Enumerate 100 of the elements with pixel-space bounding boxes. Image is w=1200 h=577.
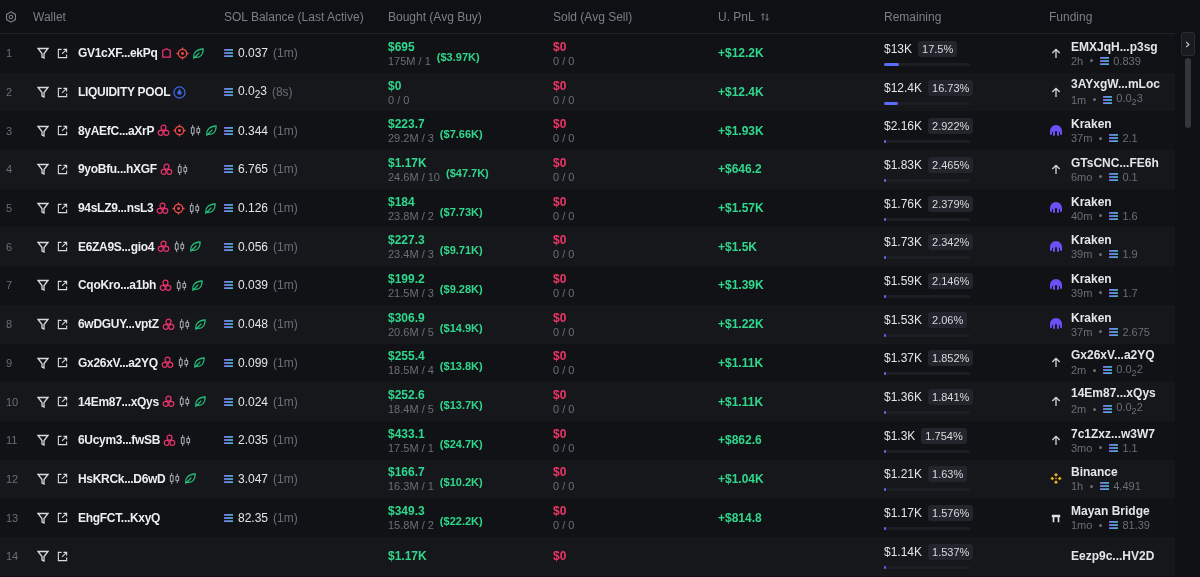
funding-age: 1m [1071, 93, 1087, 106]
funding-amount: 0.0$_{2}$3 [1116, 91, 1143, 108]
wallet-address[interactable]: 9yoBfu...hXGF [78, 162, 157, 177]
row-number: 7 [5, 279, 14, 292]
avg-buy: ($9.71K) [439, 244, 483, 257]
column-header[interactable]: Funding [1049, 9, 1093, 24]
sol-balance: 82.35 [238, 510, 269, 525]
row-number: 2 [5, 86, 14, 99]
funding-amount: 0.0$_{2}$2 [1116, 401, 1143, 417]
last-active: (1m) [273, 394, 298, 409]
last-active: (1m) [273, 239, 298, 254]
funding-source: Kraken [1071, 194, 1113, 209]
sol-balance: 0.126 [238, 201, 269, 216]
sold-detail: 0 / 0 [553, 170, 576, 183]
wallet-address[interactable]: EhgFCT...KxyQ [78, 510, 161, 525]
funding-source: EMXJqH...p3sg [1071, 39, 1158, 54]
remaining-amount: $1.21K [884, 467, 923, 482]
pnl-value: +$1.93K [718, 123, 764, 138]
funding-age: 39m [1071, 286, 1093, 299]
funding-amount: 1.7 [1122, 286, 1138, 299]
funding-source: Kraken [1071, 117, 1113, 132]
remaining-amount: $1.53K [884, 312, 923, 327]
sold-detail: 0 / 0 [553, 286, 576, 299]
last-active: (1m) [273, 162, 298, 177]
wallet-address[interactable]: GV1cXF...ekPq [78, 46, 158, 61]
pnl-value: +$1.04K [718, 471, 764, 486]
row-number: 3 [5, 124, 14, 137]
sold-amount: $0 [553, 233, 568, 248]
avg-buy: ($13.8K) [439, 360, 483, 373]
funding-age: 2m [1071, 364, 1087, 377]
funding-amount: 0.1 [1122, 170, 1138, 183]
sold-amount: $0 [553, 465, 568, 480]
row-number: 4 [5, 163, 14, 176]
funding-source: 7c1Zxz...w3W7 [1071, 426, 1156, 441]
bought-amount: $1.17K [388, 155, 428, 170]
row-number: 8 [5, 318, 14, 331]
pnl-value: +$12.4K [718, 85, 764, 100]
wallet-address[interactable]: 14Em87...xQys [78, 394, 159, 409]
avg-buy: ($14.9K) [439, 321, 483, 334]
wallet-address[interactable]: LIQUIDITY POOL [78, 85, 171, 100]
column-header[interactable]: Sold (Avg Sell) [553, 9, 633, 24]
sol-balance: 6.765 [238, 162, 269, 177]
wallet-address[interactable]: E6ZA9S...gio4 [78, 239, 155, 254]
remaining-amount: $1.17K [884, 506, 923, 521]
row-number: 9 [5, 356, 14, 369]
pnl-value: +$646.2 [718, 162, 762, 177]
wallet-address[interactable]: Gx26xV...a2YQ [78, 355, 158, 370]
wallet-address[interactable]: 6Ucym3...fwSB [78, 433, 161, 448]
wallet-address[interactable]: CqoKro...a1bh [78, 278, 157, 293]
sold-amount: $0 [553, 271, 568, 286]
bought-detail: 23.8M / 2 [388, 209, 434, 222]
bought-amount: $166.7 [388, 465, 426, 480]
funding-source: Eezp9c...HV2D [1071, 549, 1155, 564]
sol-balance: 0.0$_{2}$3 [238, 83, 267, 101]
bought-amount: $252.6 [388, 388, 426, 403]
remaining-percent: 17.5% [918, 40, 958, 57]
funding-amount: 4.491 [1113, 480, 1141, 493]
funding-amount: 1.1 [1122, 441, 1138, 454]
remaining-percent: 2.06% [928, 311, 968, 328]
wallet-address[interactable]: 6wDGUY...vptZ [78, 317, 159, 332]
avg-buy: ($24.7K) [439, 437, 483, 450]
remaining-percent: 2.922% [928, 118, 974, 135]
avg-buy: ($9.28K) [439, 282, 483, 295]
sold-detail: 0 / 0 [553, 519, 576, 532]
last-active: (1m) [273, 201, 298, 216]
column-header[interactable]: Remaining [884, 9, 942, 24]
column-header[interactable]: Bought (Avg Buy) [388, 9, 482, 24]
sold-amount: $0 [553, 117, 568, 132]
sol-balance: 0.039 [238, 278, 269, 293]
bought-detail: 24.6M / 10 [388, 170, 440, 183]
funding-amount: 0.0$_{2}$2 [1116, 362, 1143, 378]
sold-detail: 0 / 0 [553, 441, 576, 454]
pnl-value: +$862.6 [718, 433, 762, 448]
row-number: 13 [5, 511, 20, 524]
row-number: 10 [5, 395, 20, 408]
funding-age: 2h [1071, 54, 1084, 67]
row-number: 1 [5, 47, 14, 60]
funding-age: 37m [1071, 132, 1093, 145]
column-header[interactable]: Wallet [33, 9, 66, 24]
last-active: (1m) [273, 278, 298, 293]
avg-buy: ($47.7K) [446, 166, 489, 179]
sold-detail: 0 / 0 [553, 209, 576, 222]
remaining-amount: $1.83K [884, 157, 923, 172]
bought-detail: 16.3M / 1 [388, 480, 434, 493]
remaining-percent: 2.465% [928, 156, 974, 173]
remaining-percent: 1.852% [928, 350, 974, 367]
bought-amount: $306.9 [388, 310, 426, 325]
sold-detail: 0 / 0 [553, 93, 576, 106]
funding-age: 1mo [1071, 519, 1093, 532]
avg-buy: ($10.2K) [439, 476, 483, 489]
pnl-value: +$12.2K [718, 46, 764, 61]
column-header[interactable]: U. PnL [718, 9, 755, 24]
column-header[interactable]: SOL Balance (Last Active) [224, 9, 364, 24]
bought-detail: 23.4M / 3 [388, 248, 434, 261]
wallet-address[interactable]: 8yAEfC...aXrP [78, 123, 155, 138]
wallet-address[interactable]: HsKRCk...D6wD [78, 471, 166, 486]
wallet-address[interactable]: 94sLZ9...nsL3 [78, 201, 154, 216]
sold-amount: $0 [553, 388, 568, 403]
remaining-percent: 1.754% [921, 427, 967, 444]
bought-detail: 175M / 1 [388, 54, 431, 67]
